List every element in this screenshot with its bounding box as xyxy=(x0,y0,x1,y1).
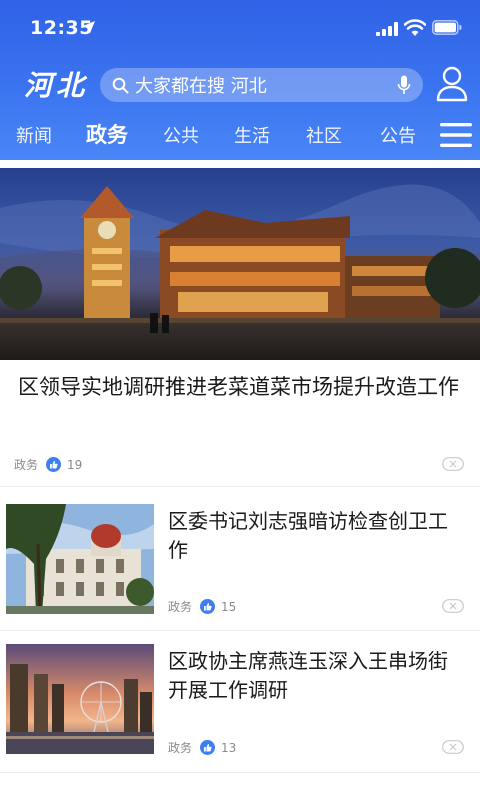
night-street-photo xyxy=(0,168,480,360)
microphone-icon[interactable] xyxy=(397,75,411,95)
like-count: 19 xyxy=(67,457,83,472)
dismiss-icon[interactable] xyxy=(442,599,464,613)
search-placeholder: 大家都在搜 河北 xyxy=(135,76,267,97)
dismiss-icon[interactable] xyxy=(442,457,464,471)
wifi-icon xyxy=(404,19,426,36)
search-bar[interactable]: 大家都在搜 河北 xyxy=(100,68,423,102)
tab-community[interactable]: 社区 xyxy=(306,122,342,148)
article-category: 政务 xyxy=(168,600,193,614)
thumbs-up-icon[interactable] xyxy=(46,457,62,472)
tab-government[interactable]: 政务 xyxy=(86,119,128,149)
article-category: 政务 xyxy=(14,458,39,472)
battery-icon xyxy=(432,20,462,35)
article-category: 政务 xyxy=(168,741,193,755)
cellular-signal-icon xyxy=(376,22,398,36)
menu-icon[interactable] xyxy=(440,120,472,150)
article-title[interactable]: 区委书记刘志强暗访检查创卫工作 xyxy=(168,507,458,565)
tab-news[interactable]: 新闻 xyxy=(16,122,52,148)
article-thumbnail[interactable] xyxy=(6,504,154,614)
article-title[interactable]: 区政协主席燕连玉深入王串场街开展工作调研 xyxy=(168,647,458,705)
article-thumbnail[interactable] xyxy=(6,644,154,754)
thumbs-up-icon[interactable] xyxy=(200,740,216,755)
divider xyxy=(0,486,480,487)
article-meta: 政务 15 xyxy=(168,598,236,615)
search-icon xyxy=(112,77,129,93)
app-header: 12:35 河北 大家都在搜 河北 新闻 政务 公共 生活 社区 公告 xyxy=(0,0,480,160)
tab-life[interactable]: 生活 xyxy=(234,122,270,148)
tab-public[interactable]: 公共 xyxy=(163,122,199,148)
divider xyxy=(0,772,480,773)
thumbs-up-icon[interactable] xyxy=(200,599,216,614)
status-bar: 12:35 xyxy=(0,0,480,58)
article-meta: 政务 13 xyxy=(168,739,236,756)
dismiss-icon[interactable] xyxy=(442,740,464,754)
hero-article-meta: 政务 19 xyxy=(14,456,82,473)
tab-announcement[interactable]: 公告 xyxy=(380,122,416,148)
divider xyxy=(0,630,480,631)
hero-article-image[interactable] xyxy=(0,168,480,360)
european-building-photo xyxy=(6,504,154,614)
category-tabs: 新闻 政务 公共 生活 社区 公告 xyxy=(0,112,480,158)
city-skyline-photo xyxy=(6,644,154,754)
app-logo: 河北 xyxy=(24,69,89,102)
like-count: 13 xyxy=(221,740,237,755)
hero-article-title[interactable]: 区领导实地调研推进老菜道菜市场提升改造工作 xyxy=(18,372,468,403)
like-count: 15 xyxy=(221,599,237,614)
user-profile-icon[interactable] xyxy=(436,66,468,102)
location-arrow-icon xyxy=(83,21,95,33)
